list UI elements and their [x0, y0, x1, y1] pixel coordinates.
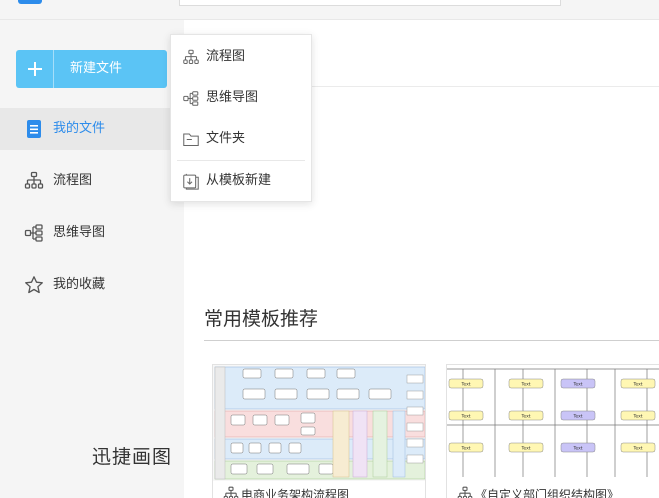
new-file-dropdown: 流程图 思维导图 文件夹 从模板新建 — [170, 34, 312, 202]
flowchart-icon — [457, 486, 473, 498]
template-thumbnail — [213, 365, 425, 481]
menu-item-label: 从模板新建 — [206, 173, 272, 188]
menu-item-label: 流程图 — [206, 49, 246, 64]
top-bar — [0, 0, 659, 20]
template-caption: 电商业务架构流程图 — [213, 483, 425, 498]
sidebar-item-label: 我的文件 — [53, 121, 106, 136]
mindmap-icon — [24, 224, 43, 242]
sidebar-item-label: 流程图 — [53, 173, 93, 188]
flowchart-icon — [183, 49, 199, 64]
sidebar-item-flowchart[interactable]: 流程图 — [0, 160, 184, 202]
template-card-org-chart[interactable]: Text Text Text Text Text Text Text Text Text Text… — [446, 364, 659, 498]
org-node-text: Text — [632, 446, 642, 452]
menu-divider — [177, 160, 305, 161]
sidebar-item-favorites[interactable]: 我的收藏 — [0, 264, 184, 306]
org-node-text: Text — [520, 382, 530, 388]
sidebar-item-mindmap[interactable]: 思维导图 — [0, 212, 184, 254]
menu-item-from-template[interactable]: 从模板新建 — [171, 163, 311, 199]
org-node-text: Text — [632, 414, 642, 420]
mindmap-icon — [183, 91, 199, 106]
template-thumbnail: Text Text Text Text Text Text Text Text Text Text… — [447, 365, 659, 481]
search-box[interactable] — [179, 0, 561, 6]
template-card-ecommerce[interactable]: 电商业务架构流程图 — [212, 364, 426, 498]
sidebar-item-label: 思维导图 — [53, 225, 106, 240]
menu-item-mindmap[interactable]: 思维导图 — [171, 80, 311, 116]
menu-item-label: 思维导图 — [206, 90, 259, 105]
org-node-text: Text — [572, 446, 582, 452]
org-node-text: Text — [572, 414, 582, 420]
org-node-text: Text — [572, 382, 582, 388]
star-icon — [25, 276, 43, 294]
org-node-text: Text — [460, 446, 470, 452]
menu-item-folder[interactable]: 文件夹 — [171, 121, 311, 157]
new-file-label: 新建文件 — [70, 61, 123, 76]
sidebar: 新建文件 我的文件 流程图 思维导图 我的收藏 — [0, 20, 184, 498]
template-title: 电商业务架构流程图 — [241, 487, 350, 498]
flowchart-icon — [223, 486, 239, 498]
menu-item-label: 文件夹 — [206, 131, 246, 146]
template-caption: 《自定义部门组织结构图》 — [447, 483, 659, 498]
org-node-text: Text — [460, 382, 470, 388]
section-divider — [204, 340, 659, 341]
template-icon — [183, 173, 199, 190]
new-file-button[interactable]: 新建文件 — [16, 50, 167, 88]
org-node-text: Text — [632, 382, 642, 388]
org-node-text: Text — [520, 414, 530, 420]
sidebar-item-my-files[interactable]: 我的文件 — [0, 108, 184, 150]
sidebar-item-label: 我的收藏 — [53, 277, 106, 292]
plus-icon — [16, 50, 54, 88]
menu-item-flowchart[interactable]: 流程图 — [171, 39, 311, 75]
document-icon — [27, 120, 41, 138]
folder-icon — [183, 133, 199, 146]
org-node-text: Text — [520, 446, 530, 452]
brand-name: 迅捷画图 — [92, 446, 173, 468]
flowchart-icon — [24, 171, 44, 189]
app-logo — [18, 0, 42, 4]
section-title: 常用模板推荐 — [204, 308, 319, 330]
template-title: 《自定义部门组织结构图》 — [475, 487, 620, 498]
org-node-text: Text — [460, 414, 470, 420]
